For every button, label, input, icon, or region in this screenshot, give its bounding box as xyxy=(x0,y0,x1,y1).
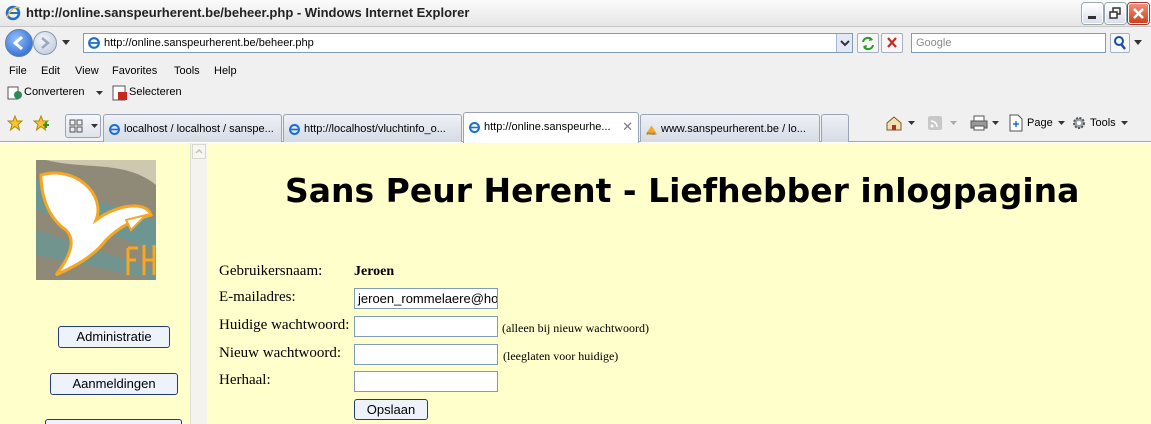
tools-dropdown-icon[interactable] xyxy=(1121,121,1128,126)
close-button[interactable] xyxy=(1128,3,1149,24)
restore-icon xyxy=(1109,7,1121,19)
svg-text:PMA: PMA xyxy=(647,131,656,136)
chevron-down-icon xyxy=(840,40,850,47)
tab-bar: localhost / localhost / sanspe... http:/… xyxy=(0,104,1151,143)
page-icon xyxy=(1009,114,1023,132)
tab-sanspeurherent-active[interactable]: http://online.sanspeurhe... ✕ xyxy=(463,112,639,143)
tab-ie-icon xyxy=(109,124,120,135)
stop-icon xyxy=(887,37,897,48)
phpmyadmin-icon: PMA xyxy=(645,125,658,136)
tab-vluchtinfo[interactable]: http://localhost/vluchtinfo_o... xyxy=(283,114,462,142)
refresh-icon xyxy=(862,36,874,51)
menu-view[interactable]: View xyxy=(75,65,99,77)
tab-label: http://online.sanspeurhe... xyxy=(484,121,611,133)
ie-logo-icon xyxy=(5,5,21,21)
username-label: Gebruikersnaam: xyxy=(219,263,323,279)
scroll-up-button[interactable] xyxy=(192,144,206,159)
title-bar: http://online.sanspeurherent.be/beheer.p… xyxy=(0,0,1151,27)
page-content: Administratie Aanmeldingen Sans Peur Her… xyxy=(0,143,1151,424)
home-icon[interactable] xyxy=(885,114,903,132)
feeds-icon[interactable] xyxy=(927,115,943,131)
print-icon[interactable] xyxy=(970,115,988,131)
dove-logo-image xyxy=(36,160,156,280)
search-icon xyxy=(1114,36,1126,50)
menu-tools[interactable]: Tools xyxy=(174,65,200,77)
restore-button[interactable] xyxy=(1105,3,1126,24)
home-dropdown-icon[interactable] xyxy=(908,121,915,126)
scroll-up-arrow-icon xyxy=(195,148,203,154)
aanmeldingen-button[interactable]: Aanmeldingen xyxy=(50,373,178,395)
tab-list-dropdown-icon xyxy=(91,124,98,128)
select-icon xyxy=(112,85,127,101)
pdf-toolbar: Converteren Selecteren xyxy=(0,82,1151,104)
tab-localhost-phpmyadmin[interactable]: localhost / localhost / sanspe... xyxy=(103,114,282,142)
stop-button[interactable] xyxy=(881,33,903,53)
email-field[interactable]: jeroen_rommelaere@hotmail.com xyxy=(354,288,498,309)
tab-ie-icon xyxy=(469,122,480,133)
save-button[interactable]: Opslaan xyxy=(354,399,428,420)
tools-menu-button[interactable]: Tools xyxy=(1090,117,1116,129)
menu-help[interactable]: Help xyxy=(214,65,237,77)
left-frame-scrollbar[interactable] xyxy=(190,143,207,424)
select-button[interactable]: Selecteren xyxy=(129,86,182,98)
repeat-password-label: Herhaal: xyxy=(219,372,271,388)
history-dropdown-icon[interactable] xyxy=(62,40,70,46)
tools-gear-icon xyxy=(1073,117,1085,129)
forward-button[interactable] xyxy=(33,31,57,55)
convert-dropdown-icon[interactable] xyxy=(96,91,103,96)
search-input[interactable]: Google xyxy=(911,33,1106,53)
current-password-field[interactable] xyxy=(354,316,498,337)
search-button[interactable] xyxy=(1110,33,1130,53)
feeds-dropdown-icon[interactable] xyxy=(950,121,957,126)
club-logo xyxy=(36,160,156,280)
search-options-icon[interactable] xyxy=(1134,40,1142,46)
address-bar[interactable]: http://online.sanspeurherent.be/beheer.p… xyxy=(83,33,853,53)
menu-favorites[interactable]: Favorites xyxy=(112,65,157,77)
quick-tabs-button[interactable] xyxy=(65,114,101,138)
left-navigation-frame: Administratie Aanmeldingen xyxy=(0,143,190,424)
administratie-button[interactable]: Administratie xyxy=(58,326,170,348)
quick-tabs-icon xyxy=(69,119,83,133)
address-url[interactable]: http://online.sanspeurherent.be/beheer.p… xyxy=(104,37,314,49)
tab-close-icon[interactable]: ✕ xyxy=(622,119,633,135)
minimize-icon xyxy=(1088,16,1096,19)
page-menu-button[interactable]: Page xyxy=(1027,117,1053,129)
tab-ie-icon xyxy=(289,124,300,135)
address-dropdown-button[interactable] xyxy=(836,34,852,52)
tab-label: www.sanspeurherent.be / lo... xyxy=(661,123,806,135)
print-dropdown-icon[interactable] xyxy=(992,121,999,126)
convert-button[interactable]: Converteren xyxy=(24,86,85,98)
new-tab-button[interactable] xyxy=(821,114,849,142)
favorites-star-icon[interactable] xyxy=(7,115,23,131)
back-arrow-icon xyxy=(12,35,23,51)
minimize-button[interactable] xyxy=(1082,3,1103,24)
page-ie-icon xyxy=(88,37,100,49)
tab-label: http://localhost/vluchtinfo_o... xyxy=(304,123,446,135)
back-button[interactable] xyxy=(5,29,33,57)
new-password-hint: (leeglaten voor huidige) xyxy=(503,349,619,363)
close-icon xyxy=(1133,8,1144,19)
sidebar-button-partial[interactable] xyxy=(45,419,182,424)
new-password-field[interactable] xyxy=(354,344,498,365)
add-favorite-icon[interactable] xyxy=(33,115,49,131)
username-value: Jeroen xyxy=(354,264,395,279)
menu-edit[interactable]: Edit xyxy=(41,65,60,77)
window-title: http://online.sanspeurherent.be/beheer.p… xyxy=(26,5,470,20)
menu-file[interactable]: File xyxy=(9,65,27,77)
navigation-bar: http://online.sanspeurherent.be/beheer.p… xyxy=(0,27,1151,60)
tab-sanspeurherent-pma[interactable]: PMA www.sanspeurherent.be / lo... xyxy=(640,114,820,142)
new-password-label: Nieuw wachtwoord: xyxy=(219,345,342,361)
page-dropdown-icon[interactable] xyxy=(1058,121,1065,126)
forward-arrow-icon xyxy=(41,37,50,49)
page-heading: Sans Peur Herent - Liefhebber inlogpagin… xyxy=(285,171,1080,210)
menu-bar: File Edit View Favorites Tools Help xyxy=(0,60,1151,82)
email-label: E-mailadres: xyxy=(219,289,296,305)
current-password-label: Huidige wachtwoord: xyxy=(219,317,350,333)
repeat-password-field[interactable] xyxy=(354,371,498,392)
refresh-button[interactable] xyxy=(857,33,879,53)
convert-icon xyxy=(7,86,22,100)
tab-label: localhost / localhost / sanspe... xyxy=(124,123,274,135)
current-password-hint: (alleen bij nieuw wachtwoord) xyxy=(502,321,649,335)
search-placeholder: Google xyxy=(916,37,952,49)
